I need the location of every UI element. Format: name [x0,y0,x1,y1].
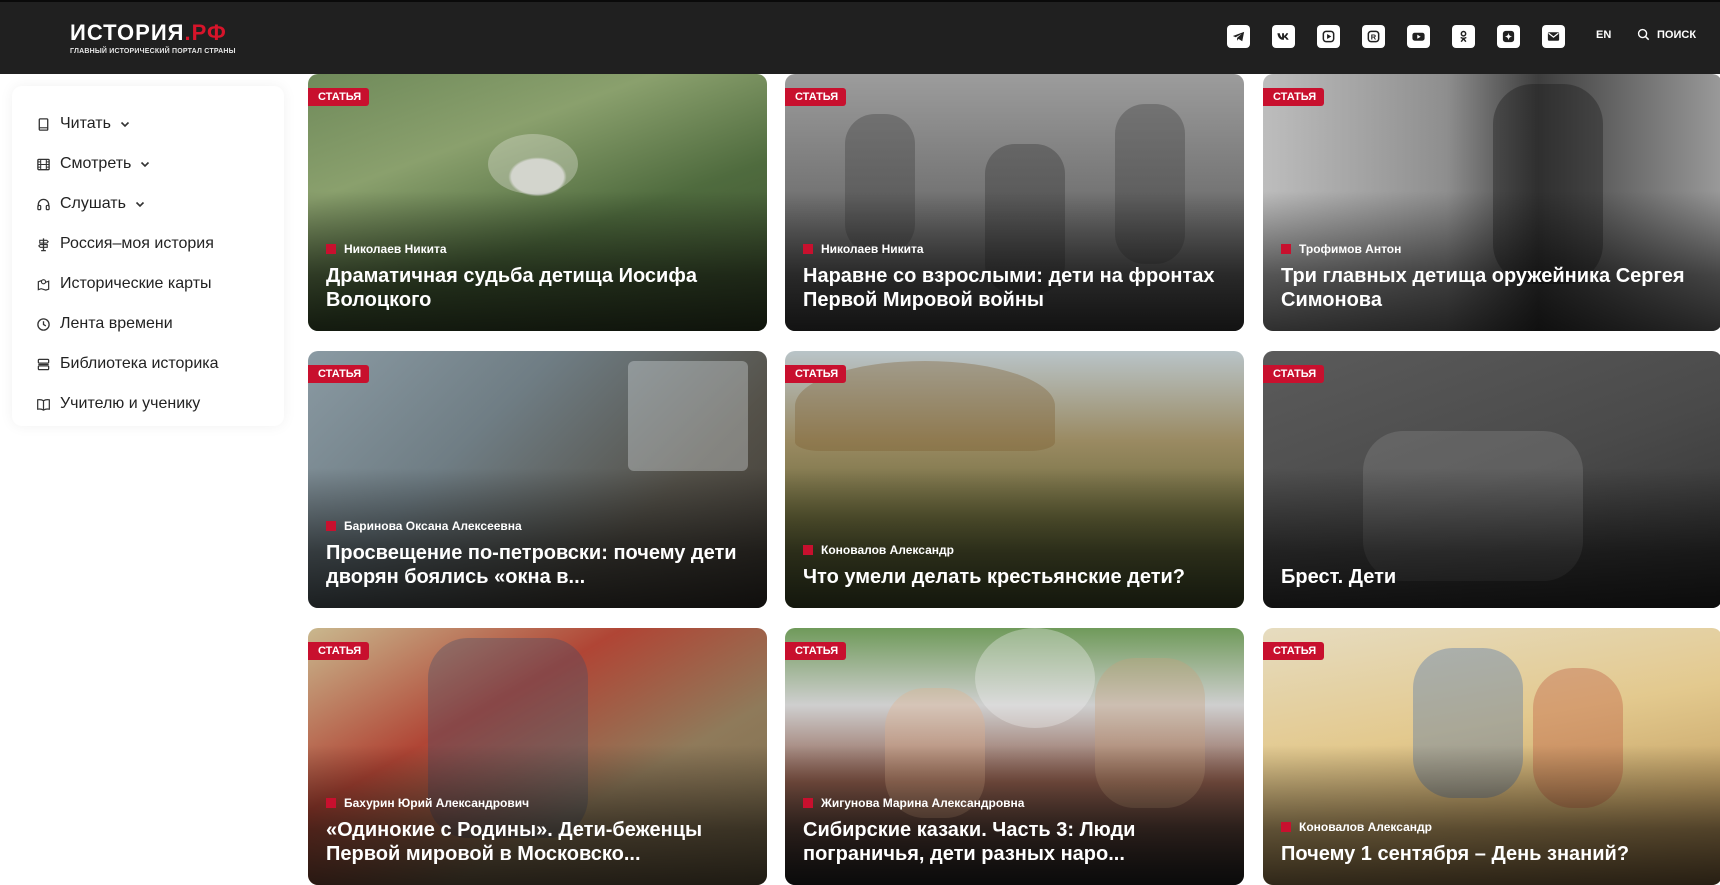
rutube-icon[interactable]: R [1362,25,1385,48]
svg-text:R: R [1371,33,1377,42]
chevron-down-icon [119,118,131,130]
sidebar-item-read[interactable]: Читать [36,112,131,136]
sidebar-item-russia-my-history[interactable]: Россия–моя история [36,232,214,256]
article-title[interactable]: Что умели делать крестьянские дети? [803,565,1230,589]
article-card[interactable]: СТАТЬЯ Жигунова Марина Александровна Сиб… [785,628,1244,885]
social-links: R [1227,25,1565,48]
sidebar-item-watch[interactable]: Смотреть [36,152,151,176]
sidebar-item-label: Россия–моя история [60,235,214,252]
article-title[interactable]: Драматичная судьба детища Иосифа Волоцко… [326,264,753,312]
article-card[interactable]: СТАТЬЯ Николаев Никита Наравне со взросл… [785,74,1244,331]
article-author[interactable]: Трофимов Антон [1281,242,1401,256]
headphones-icon [36,197,51,212]
ok-icon[interactable] [1452,25,1475,48]
chevron-down-icon [134,198,146,210]
article-title[interactable]: Сибирские казаки. Часть 3: Люди погранич… [803,818,1230,866]
article-card[interactable]: СТАТЬЯ Коновалов Александр Что умели дел… [785,351,1244,608]
sidebar-item-teacher-student[interactable]: Учителю и ученику [36,392,200,416]
article-card[interactable]: СТАТЬЯ Баринова Оксана Алексеевна Просве… [308,351,767,608]
search-button[interactable]: ПОИСК [1637,28,1696,41]
film-icon [36,157,51,172]
article-author[interactable]: Жигунова Марина Александровна [803,796,1024,810]
article-badge: СТАТЬЯ [308,642,370,660]
article-badge: СТАТЬЯ [1263,365,1325,383]
play-icon[interactable] [1317,25,1340,48]
article-badge: СТАТЬЯ [785,88,847,106]
chevron-down-icon [139,158,151,170]
article-card[interactable]: СТАТЬЯ Коновалов Александр Почему 1 сент… [1263,628,1720,885]
sidebar-item-historical-maps[interactable]: Исторические карты [36,272,212,296]
site-logo[interactable]: ИСТОРИЯ.РФ ГЛАВНЫЙ ИСТОРИЧЕСКИЙ ПОРТАЛ С… [70,20,236,56]
article-author[interactable]: Коновалов Александр [803,543,954,557]
language-switch[interactable]: EN [1596,29,1611,41]
dzen-icon[interactable] [1497,25,1520,48]
article-title[interactable]: Наравне со взрослыми: дети на фронтах Пе… [803,264,1230,312]
article-badge: СТАТЬЯ [1263,642,1325,660]
article-title[interactable]: Просвещение по-петровски: почему дети дв… [326,541,753,589]
map-icon [36,277,51,292]
article-badge: СТАТЬЯ [308,365,370,383]
sidebar-item-label: Исторические карты [60,275,212,292]
vk-icon[interactable] [1272,25,1295,48]
sidebar-item-label: Смотреть [60,155,132,172]
article-author[interactable]: Николаев Никита [803,242,924,256]
sidebar-item-label: Слушать [60,195,126,212]
article-card[interactable]: СТАТЬЯ Николаев Никита Драматичная судьб… [308,74,767,331]
search-label: ПОИСК [1657,28,1697,41]
logo-text: ИСТОРИЯ.РФ [70,20,227,45]
youtube-icon[interactable] [1407,25,1430,48]
logo-tagline: ГЛАВНЫЙ ИСТОРИЧЕСКИЙ ПОРТАЛ СТРАНЫ [70,48,236,55]
article-author[interactable]: Баринова Оксана Алексеевна [326,519,522,533]
clock-icon [36,317,51,332]
article-card[interactable]: СТАТЬЯ Брест. Дети [1263,351,1720,608]
article-card[interactable]: СТАТЬЯ Бахурин Юрий Александрович «Одино… [308,628,767,885]
signpost-icon [36,237,51,252]
site-header: ИСТОРИЯ.РФ ГЛАВНЫЙ ИСТОРИЧЕСКИЙ ПОРТАЛ С… [0,0,1720,74]
article-title[interactable]: «Одинокие с Родины». Дети-беженцы Первой… [326,818,753,866]
article-badge: СТАТЬЯ [785,642,847,660]
article-author[interactable]: Бахурин Юрий Александрович [326,796,529,810]
article-title[interactable]: Брест. Дети [1281,565,1708,589]
sidebar-item-label: Читать [60,115,111,132]
sidebar-item-listen[interactable]: Слушать [36,192,146,216]
sidebar-item-label: Лента времени [60,315,173,332]
article-title[interactable]: Три главных детища оружейника Сергея Сим… [1281,264,1708,312]
sidebar-item-label: Библиотека историка [60,355,219,372]
article-author[interactable]: Коновалов Александр [1281,820,1432,834]
article-title[interactable]: Почему 1 сентября – День знаний? [1281,842,1708,866]
sidebar-item-historian-library[interactable]: Библиотека историка [36,352,219,376]
sidebar-item-timeline[interactable]: Лента времени [36,312,173,336]
article-badge: СТАТЬЯ [308,88,370,106]
telegram-icon[interactable] [1227,25,1250,48]
article-author[interactable]: Николаев Никита [326,242,447,256]
mail-icon[interactable] [1542,25,1565,48]
library-icon [36,357,51,372]
article-badge: СТАТЬЯ [785,365,847,383]
sidebar-item-label: Учителю и ученику [60,395,201,412]
search-icon [1637,28,1650,41]
article-badge: СТАТЬЯ [1263,88,1325,106]
sidebar-nav: Читать Смотреть Слушать Россия–моя истор… [12,86,284,426]
book-icon [36,117,51,132]
article-card[interactable]: СТАТЬЯ Трофимов Антон Три главных детища… [1263,74,1720,331]
open-book-icon [36,397,51,412]
